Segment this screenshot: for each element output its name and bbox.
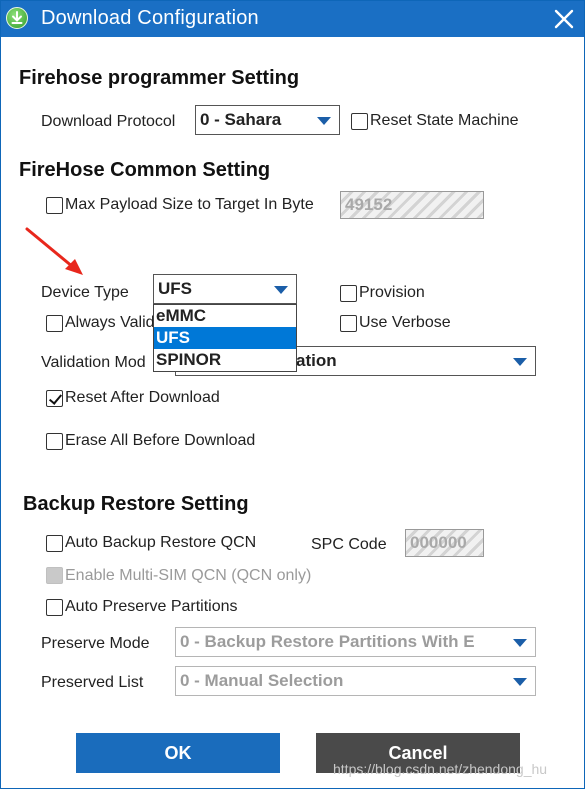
auto-backup-label: Auto Backup Restore QCN <box>65 534 257 551</box>
reset-after-download-label: Reset After Download <box>65 389 220 406</box>
device-type-dropdown-list: eMMC UFS SPINOR <box>153 304 297 372</box>
device-type-value: UFS <box>158 279 192 298</box>
reset-after-download-checkbox[interactable] <box>46 390 63 407</box>
max-payload-label: Max Payload Size to Target In Byte <box>65 196 314 213</box>
reset-state-machine-checkbox[interactable] <box>351 113 368 130</box>
firehose-common-heading: FireHose Common Setting <box>19 159 271 181</box>
preserved-list-value: 0 - Manual Selection <box>180 671 344 690</box>
use-verbose-label: Use Verbose <box>359 314 451 331</box>
preserved-list-select: 0 - Manual Selection <box>175 666 536 696</box>
spc-code-input: 000000 <box>405 529 484 557</box>
erase-all-checkbox[interactable] <box>46 433 63 450</box>
device-type-select[interactable]: UFS <box>153 274 297 304</box>
auto-preserve-checkbox[interactable] <box>46 599 63 616</box>
download-protocol-value: 0 - Sahara <box>200 110 282 129</box>
device-type-option-emmc[interactable]: eMMC <box>154 305 296 327</box>
validation-mode-value: ation <box>296 351 337 370</box>
download-app-icon <box>6 7 28 29</box>
always-validate-label: Always Valid <box>65 314 155 331</box>
preserve-mode-value: 0 - Backup Restore Partitions With E <box>180 632 475 651</box>
spc-code-label: SPC Code <box>311 536 387 553</box>
preserve-mode-label: Preserve Mode <box>41 635 150 652</box>
device-type-option-ufs[interactable]: UFS <box>154 327 296 349</box>
provision-checkbox[interactable] <box>340 285 357 302</box>
max-payload-input: 49152 <box>340 191 484 219</box>
erase-all-label: Erase All Before Download <box>65 432 256 449</box>
watermark-text: https://blog.csdn.net/zhendong_hu <box>333 761 548 777</box>
firehose-programmer-heading: Firehose programmer Setting <box>19 67 300 89</box>
title-bar: Download Configuration <box>1 1 584 37</box>
annotation-arrow-icon <box>25 227 83 275</box>
enable-multi-sim-label: Enable Multi-SIM QCN (QCN only) <box>65 567 312 584</box>
chevron-down-icon <box>317 117 331 125</box>
auto-preserve-label: Auto Preserve Partitions <box>65 598 238 615</box>
provision-label: Provision <box>359 284 425 301</box>
chevron-down-icon <box>513 358 527 366</box>
enable-multi-sim-checkbox <box>46 567 63 584</box>
always-validate-checkbox[interactable] <box>46 315 63 332</box>
reset-state-machine-label: Reset State Machine <box>370 112 519 129</box>
download-protocol-label: Download Protocol <box>41 113 176 130</box>
max-payload-value: 49152 <box>345 195 393 214</box>
close-button[interactable] <box>550 5 578 33</box>
backup-restore-heading: Backup Restore Setting <box>23 493 249 515</box>
download-protocol-select[interactable]: 0 - Sahara <box>195 105 340 135</box>
spc-code-value: 000000 <box>410 533 467 552</box>
max-payload-checkbox[interactable] <box>46 197 63 214</box>
use-verbose-checkbox[interactable] <box>340 315 357 332</box>
preserve-mode-select: 0 - Backup Restore Partitions With E <box>175 627 536 657</box>
chevron-down-icon <box>513 639 527 647</box>
chevron-down-icon <box>274 286 288 294</box>
device-type-label: Device Type <box>41 284 129 301</box>
close-icon <box>554 9 574 29</box>
download-configuration-dialog: Download Configuration Firehose programm… <box>0 0 585 789</box>
auto-backup-checkbox[interactable] <box>46 535 63 552</box>
window-title: Download Configuration <box>41 7 259 29</box>
validation-mode-label: Validation Mod <box>41 354 146 371</box>
ok-button[interactable]: OK <box>76 733 280 773</box>
device-type-option-spinor[interactable]: SPINOR <box>154 349 296 371</box>
chevron-down-icon <box>513 678 527 686</box>
preserved-list-label: Preserved List <box>41 674 144 691</box>
